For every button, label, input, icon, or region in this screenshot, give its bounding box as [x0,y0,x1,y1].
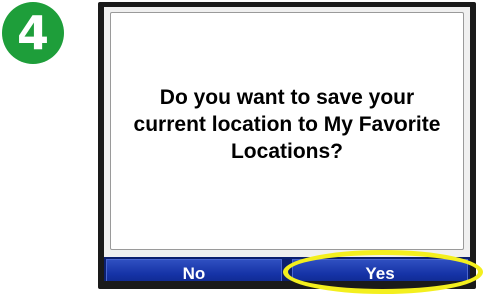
step-number-badge: 4 [2,2,64,64]
yes-highlight-ring [283,250,483,294]
dialog-message: Do you want to save your current locatio… [133,85,441,163]
no-button[interactable]: No [106,259,282,281]
confirmation-dialog: Do you want to save your current locatio… [110,12,464,250]
device-screen: Do you want to save your current locatio… [104,7,470,281]
